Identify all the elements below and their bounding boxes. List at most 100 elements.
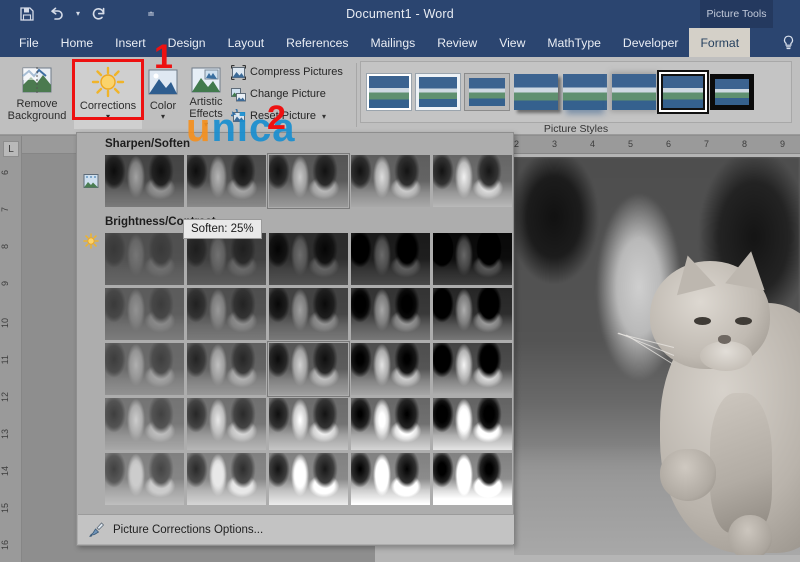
remove-background-button[interactable]: Remove Background (2, 59, 72, 133)
corrections-button[interactable]: Corrections ▾ (74, 61, 142, 129)
artistic-effects-button[interactable]: Artistic Effects ▾ (184, 61, 228, 129)
compress-pictures-button[interactable]: Compress Pictures (231, 61, 353, 83)
tab-references[interactable]: References (275, 28, 359, 57)
horizontal-ruler-tick: 7 (704, 139, 709, 149)
thumbnail-preview (105, 288, 184, 340)
brightness-contrast-thumbnail[interactable] (433, 398, 512, 450)
brightness-contrast-thumbnail[interactable] (105, 453, 184, 505)
tell-me-lightbulb-icon[interactable] (776, 28, 800, 57)
style-double-frame-black[interactable] (661, 74, 705, 110)
brightness-contrast-thumbnail[interactable] (269, 288, 348, 340)
style-simple-frame-white[interactable] (367, 74, 411, 110)
tab-stop-selector[interactable]: L (3, 141, 19, 157)
thumbnail-preview (433, 343, 512, 395)
picture-corrections-options-item[interactable]: Picture Corrections Options... (78, 514, 514, 544)
sharpen-soften-thumbnail-grid[interactable] (105, 155, 512, 207)
redo-icon[interactable] (84, 0, 114, 28)
style-thumb-preview (710, 74, 754, 110)
brightness-contrast-thumbnail[interactable] (187, 343, 266, 395)
cat-ear-right (725, 248, 771, 290)
undo-icon[interactable] (42, 0, 72, 28)
color-chevron-down-icon[interactable]: ▾ (161, 113, 165, 121)
reset-picture-chevron-down-icon[interactable]: ▾ (322, 112, 326, 121)
brightness-contrast-thumbnail[interactable] (351, 343, 430, 395)
style-drop-shadow-rectangle[interactable] (514, 74, 558, 110)
brightness-contrast-thumbnail[interactable] (269, 398, 348, 450)
thumbnail-preview (269, 343, 348, 395)
tab-file[interactable]: File (8, 28, 50, 57)
corrections-dropdown-gallery[interactable]: Sharpen/Soften Brightness/Contrast Pictu… (76, 132, 514, 546)
brightness-contrast-thumbnail[interactable] (269, 233, 348, 285)
tab-mailings[interactable]: Mailings (360, 28, 427, 57)
style-reflected-rounded-rectangle[interactable] (563, 74, 607, 110)
sharpen-soften-thumbnail[interactable] (187, 155, 266, 207)
cat-paw-front (660, 449, 716, 501)
ribbon-tab-row: FileHomeInsertDesignLayoutReferencesMail… (0, 28, 800, 57)
thumbnail-preview (105, 233, 184, 285)
thumbnail-preview (269, 155, 348, 207)
sharpen-soften-thumbnail[interactable] (433, 155, 512, 207)
vertical-ruler[interactable]: L 678910111213141516 (0, 136, 22, 562)
brightness-contrast-thumbnail[interactable] (269, 343, 348, 395)
tab-review[interactable]: Review (426, 28, 488, 57)
reset-picture-button[interactable]: Reset Picture ▾ (231, 105, 353, 127)
thumbnail-preview (187, 155, 266, 207)
style-beveled-matte-white[interactable] (416, 74, 460, 110)
inserted-picture[interactable] (514, 157, 800, 555)
thumbnail-preview (105, 155, 184, 207)
tab-layout[interactable]: Layout (217, 28, 276, 57)
brightness-contrast-thumbnail[interactable] (105, 288, 184, 340)
tab-insert[interactable]: Insert (104, 28, 156, 57)
adjust-small-commands: Compress Pictures Change Picture Reset P… (231, 61, 353, 127)
brightness-contrast-thumbnail[interactable] (433, 453, 512, 505)
brightness-contrast-thumbnail[interactable] (269, 453, 348, 505)
vertical-ruler-tick: 15 (0, 503, 22, 513)
change-picture-icon (231, 87, 246, 102)
brightness-contrast-thumbnail[interactable] (433, 233, 512, 285)
brightness-contrast-thumbnail[interactable] (187, 288, 266, 340)
brightness-contrast-thumbnail[interactable] (351, 288, 430, 340)
corrections-chevron-down-icon[interactable]: ▾ (106, 113, 110, 121)
sharpen-soften-thumbnail[interactable] (269, 155, 348, 207)
thumbnail-preview (187, 233, 266, 285)
brightness-contrast-thumbnail[interactable] (351, 453, 430, 505)
vertical-ruler-tick: 7 (0, 207, 22, 212)
brightness-contrast-thumbnail[interactable] (105, 398, 184, 450)
style-thumb-preview (465, 74, 509, 110)
tab-mathtype[interactable]: MathType (536, 28, 612, 57)
tab-format[interactable]: Format (689, 28, 750, 57)
style-soft-edge-rectangle[interactable] (612, 74, 656, 110)
brightness-contrast-thumbnail[interactable] (351, 398, 430, 450)
brightness-contrast-thumbnail[interactable] (351, 233, 430, 285)
brightness-contrast-thumbnail[interactable] (187, 233, 266, 285)
change-picture-label: Change Picture (250, 88, 326, 100)
customize-qat-chevron-down-icon[interactable]: ≐ (136, 0, 166, 28)
tab-home[interactable]: Home (50, 28, 105, 57)
sharpen-soften-thumbnail[interactable] (351, 155, 430, 207)
undo-dropdown-icon[interactable]: ▾ (72, 0, 84, 28)
thumbnail-preview (351, 398, 430, 450)
brightness-contrast-thumbnail[interactable] (433, 288, 512, 340)
tab-developer[interactable]: Developer (612, 28, 690, 57)
vertical-ruler-tick: 10 (0, 318, 22, 328)
sharpen-soften-thumbnail[interactable] (105, 155, 184, 207)
style-thick-matte-black[interactable] (710, 74, 754, 110)
brightness-contrast-thumbnail[interactable] (105, 343, 184, 395)
brightness-contrast-thumbnail[interactable] (187, 453, 266, 505)
picture-styles-gallery[interactable] (360, 61, 792, 123)
save-icon[interactable] (12, 0, 42, 28)
thumbnail-preview (187, 288, 266, 340)
horizontal-ruler-tick: 9 (780, 139, 785, 149)
brightness-contrast-thumbnail[interactable] (187, 398, 266, 450)
style-metal-frame[interactable] (465, 74, 509, 110)
vertical-ruler-tick: 13 (0, 429, 22, 439)
change-picture-button[interactable]: Change Picture (231, 83, 353, 105)
artistic-effects-chevron-down-icon[interactable]: ▾ (204, 121, 208, 129)
horizontal-ruler-tick: 6 (666, 139, 671, 149)
thumbnail-preview (351, 288, 430, 340)
style-thumb-preview (661, 74, 705, 110)
tab-view[interactable]: View (488, 28, 536, 57)
brightness-contrast-thumbnail[interactable] (105, 233, 184, 285)
brightness-contrast-thumbnail[interactable] (433, 343, 512, 395)
brightness-contrast-thumbnail-grid[interactable] (105, 233, 512, 505)
